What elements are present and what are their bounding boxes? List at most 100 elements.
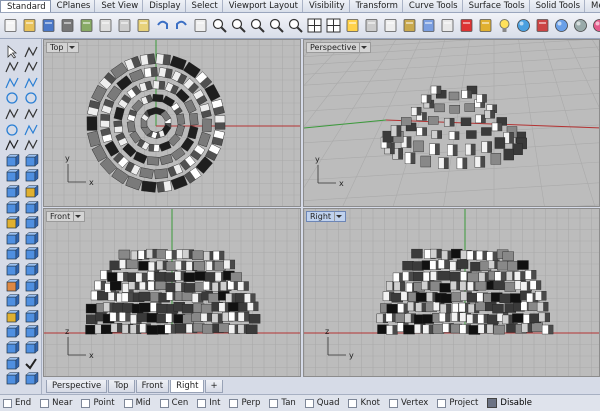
torus-icon[interactable]	[572, 17, 589, 34]
tab-select[interactable]: Select	[185, 0, 223, 12]
viewport-tab-front[interactable]: Front	[135, 380, 170, 393]
globe-icon[interactable]	[515, 17, 532, 34]
osnap-knot[interactable]: Knot	[348, 398, 380, 408]
viewport-top[interactable]: xy Top	[43, 39, 301, 207]
viewport-front-title[interactable]: Front	[46, 211, 86, 222]
tab-standard[interactable]: Standard	[0, 0, 51, 12]
arc-icon[interactable]	[3, 90, 20, 107]
dome-model-right[interactable]	[376, 248, 554, 335]
zoom-selected-icon[interactable]	[287, 17, 304, 34]
tab-transform[interactable]: Transform	[349, 0, 403, 12]
checkbox[interactable]	[348, 398, 358, 408]
box-icon[interactable]	[3, 152, 20, 169]
tab-curve-tools[interactable]: Curve Tools	[402, 0, 463, 12]
print-icon[interactable]	[59, 17, 76, 34]
surface-icon[interactable]	[3, 183, 20, 200]
pan-icon[interactable]	[192, 17, 209, 34]
osnap-project[interactable]: Project	[437, 398, 478, 408]
chevron-down-icon[interactable]	[73, 212, 82, 221]
viewport-tab-right[interactable]: Right	[170, 380, 205, 393]
viewport-right[interactable]: yz Right	[303, 208, 600, 377]
explode-icon[interactable]	[22, 324, 39, 341]
viewport-front[interactable]: xz Front	[43, 208, 301, 377]
car-render-icon[interactable]	[458, 17, 475, 34]
dimension-icon[interactable]	[22, 137, 39, 154]
redo-icon[interactable]	[173, 17, 190, 34]
curve-icon[interactable]	[3, 74, 20, 91]
split-icon[interactable]	[22, 308, 39, 325]
scale-icon[interactable]	[22, 277, 39, 294]
zoom-extents-icon[interactable]	[268, 17, 285, 34]
text-icon[interactable]	[3, 137, 20, 154]
circle-icon[interactable]	[22, 90, 39, 107]
helix-icon[interactable]	[22, 121, 39, 138]
undo-icon[interactable]	[154, 17, 171, 34]
tab-viewport-layout[interactable]: Viewport Layout	[222, 0, 303, 12]
viewport-right-title[interactable]: Right	[306, 211, 347, 222]
tab-surface-tools[interactable]: Surface Tools	[462, 0, 530, 12]
cut-icon[interactable]	[97, 17, 114, 34]
object-properties-icon[interactable]	[439, 17, 456, 34]
show-icon[interactable]	[382, 17, 399, 34]
four-viewports-icon[interactable]	[306, 17, 323, 34]
rotate-view-icon[interactable]	[211, 17, 228, 34]
sphere-icon[interactable]	[553, 17, 570, 34]
color-wheel-icon[interactable]	[591, 17, 600, 34]
select-all-icon[interactable]	[344, 17, 361, 34]
ungroup-icon[interactable]	[22, 339, 39, 356]
checkbox[interactable]	[388, 398, 398, 408]
boolean-difference-icon[interactable]	[22, 230, 39, 247]
checkbox[interactable]	[229, 398, 239, 408]
add-viewport-tab-button[interactable]: +	[205, 380, 223, 393]
checkbox[interactable]	[197, 398, 207, 408]
trim-icon[interactable]	[3, 308, 20, 325]
array-icon[interactable]	[22, 293, 39, 310]
osnap-cen[interactable]: Cen	[159, 398, 188, 408]
osnap-near[interactable]: Near	[40, 398, 72, 408]
polyline-icon[interactable]	[22, 59, 39, 76]
boolean-union-icon[interactable]	[3, 230, 20, 247]
check-icon[interactable]	[22, 355, 39, 372]
osnap-end[interactable]: End	[3, 398, 31, 408]
sphere-tool-icon[interactable]	[22, 152, 39, 169]
hide-icon[interactable]	[363, 17, 380, 34]
revolve-icon[interactable]	[22, 215, 39, 232]
viewport-top-title[interactable]: Top	[46, 42, 79, 53]
checkbox[interactable]	[81, 398, 91, 408]
mesh-icon[interactable]	[3, 355, 20, 372]
copy-icon[interactable]	[116, 17, 133, 34]
checkbox[interactable]	[40, 398, 50, 408]
point-icon[interactable]	[22, 43, 39, 60]
move-icon[interactable]	[3, 261, 20, 278]
osnap-quad[interactable]: Quad	[304, 398, 339, 408]
viewport-perspective-title[interactable]: Perspective	[306, 42, 372, 53]
line-icon[interactable]	[3, 59, 20, 76]
zoom-window-icon[interactable]	[249, 17, 266, 34]
osnap-icon[interactable]	[477, 17, 494, 34]
viewport-tab-top[interactable]: Top	[108, 380, 135, 393]
viewport-perspective[interactable]: xy Perspective	[303, 39, 600, 207]
select-arrow-icon[interactable]	[3, 43, 20, 60]
analyze-icon[interactable]	[3, 371, 20, 388]
osnap-point[interactable]: Point	[81, 398, 115, 408]
join-icon[interactable]	[3, 324, 20, 341]
tab-set-view[interactable]: Set View	[95, 0, 144, 12]
rectangle-icon[interactable]	[3, 105, 20, 122]
dome-model-perspective[interactable]	[380, 85, 527, 170]
import-icon[interactable]	[78, 17, 95, 34]
render-icon[interactable]	[534, 17, 551, 34]
osnap-tan[interactable]: Tan	[269, 398, 296, 408]
light-bulb-icon[interactable]	[496, 17, 513, 34]
cone-icon[interactable]	[22, 168, 39, 185]
checkbox[interactable]	[269, 398, 279, 408]
ellipse-icon[interactable]	[3, 121, 20, 138]
disable-osnap-button[interactable]: Disable	[487, 398, 532, 408]
checkbox[interactable]	[123, 398, 133, 408]
viewport-tab-perspective[interactable]: Perspective	[46, 380, 108, 393]
sweep-icon[interactable]	[3, 215, 20, 232]
checkbox[interactable]	[159, 398, 169, 408]
osnap-perp[interactable]: Perp	[229, 398, 260, 408]
extrude-icon[interactable]	[3, 199, 20, 216]
polygon-icon[interactable]	[22, 105, 39, 122]
tab-cplanes[interactable]: CPlanes	[50, 0, 96, 12]
